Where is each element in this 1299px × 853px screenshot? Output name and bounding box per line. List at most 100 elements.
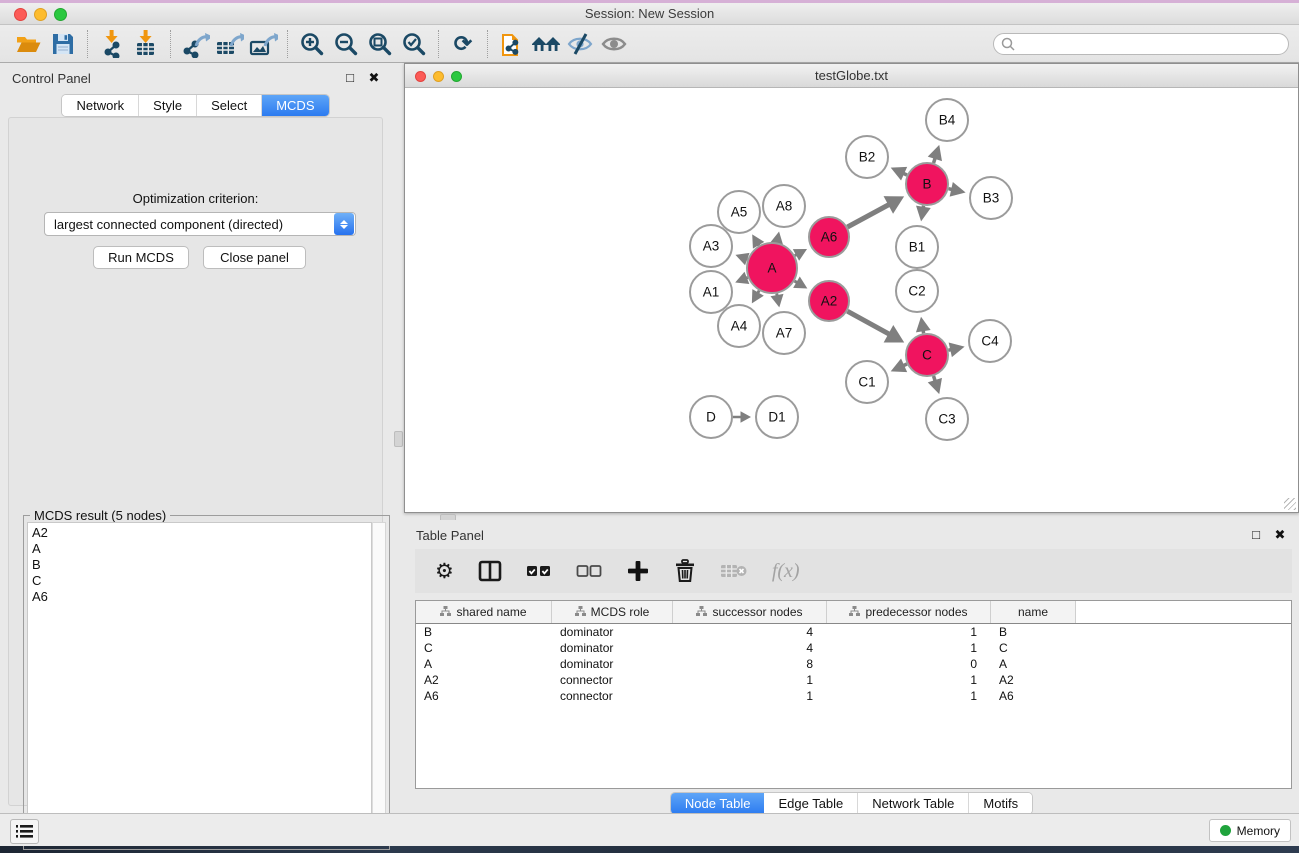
network-canvas[interactable]: AA1A2A3A4A5A6A7A8BB1B2B3B4CC1C2C3C4DD1 (405, 88, 1298, 512)
dropdown-stepper-icon (334, 213, 354, 235)
graph-node-label: B2 (859, 150, 876, 165)
toolbar-separator (87, 30, 88, 58)
table-header-row: shared nameMCDS rolesuccessor nodesprede… (416, 601, 1291, 624)
refresh-icon[interactable]: ⟳ (446, 28, 480, 60)
deselect-all-icon[interactable] (576, 557, 602, 585)
import-table-icon[interactable] (129, 28, 163, 60)
tab-node-table[interactable]: Node Table (671, 793, 765, 814)
column-header-predecessor-nodes[interactable]: predecessor nodes (827, 601, 991, 623)
search-icon (1001, 37, 1015, 51)
mcds-result-item[interactable]: C (32, 573, 367, 589)
graph-edge-arrowhead (949, 343, 965, 358)
result-list-scrollbar[interactable] (372, 522, 386, 846)
search-input[interactable] (993, 33, 1289, 55)
column-header-shared-name[interactable]: shared name (416, 601, 552, 623)
graph-node-label: C2 (908, 284, 925, 299)
table-row[interactable]: A2connector11A2 (416, 672, 1291, 688)
function-builder-icon: f(x) (772, 557, 800, 585)
float-panel-icon[interactable]: □ (343, 70, 357, 86)
table-settings-icon[interactable]: ⚙ (435, 557, 454, 585)
show-all-icon[interactable] (597, 28, 631, 60)
graph-edge-arrowhead (916, 317, 931, 333)
mcds-result-item[interactable]: B (32, 557, 367, 573)
resize-grip-icon[interactable] (1284, 498, 1296, 510)
table-cell: 1 (673, 672, 827, 688)
export-table-icon[interactable] (212, 28, 246, 60)
toolbar-separator (287, 30, 288, 58)
graph-edge[interactable] (847, 204, 890, 227)
tab-edge-table[interactable]: Edge Table (764, 793, 858, 814)
column-header-name[interactable]: name (991, 601, 1076, 623)
vertical-split-handle[interactable] (394, 431, 403, 447)
tab-mcds[interactable]: MCDS (262, 95, 328, 116)
toolbar-separator (170, 30, 171, 58)
export-image-icon[interactable] (246, 28, 280, 60)
close-panel-button[interactable]: Close panel (203, 246, 306, 269)
table-toolbar: ⚙ f(x) (415, 549, 1292, 593)
delete-table-icon (720, 557, 748, 585)
node-table[interactable]: shared nameMCDS rolesuccessor nodesprede… (415, 600, 1292, 789)
table-cell: 1 (827, 624, 991, 640)
close-table-panel-icon[interactable]: ✖ (1273, 527, 1287, 543)
graph-node-label: C4 (981, 334, 999, 349)
column-header-MCDS-role[interactable]: MCDS role (552, 601, 673, 623)
memory-button[interactable]: Memory (1209, 819, 1291, 842)
window-titlebar: Session: New Session (0, 3, 1299, 25)
float-table-panel-icon[interactable]: □ (1249, 527, 1263, 543)
split-view-icon[interactable] (478, 557, 502, 585)
table-row[interactable]: Adominator80A (416, 656, 1291, 672)
tab-network[interactable]: Network (62, 95, 139, 116)
table-cell: connector (552, 672, 673, 688)
table-cell: 4 (673, 624, 827, 640)
table-row[interactable]: Bdominator41B (416, 624, 1291, 640)
toolbar-separator (487, 30, 488, 58)
hide-selected-icon[interactable] (563, 28, 597, 60)
import-network-icon[interactable] (95, 28, 129, 60)
graph-edge[interactable] (847, 311, 890, 335)
task-history-button[interactable] (10, 819, 39, 844)
delete-column-icon[interactable] (674, 557, 696, 585)
export-network-icon[interactable] (178, 28, 212, 60)
graph-edge-arrowhead (928, 378, 942, 394)
mcds-result-item[interactable]: A6 (32, 589, 367, 605)
graph-node-label: A5 (731, 205, 748, 220)
graph-edge-arrowhead (928, 145, 942, 161)
open-session-icon[interactable] (12, 28, 46, 60)
table-cell: dominator (552, 656, 673, 672)
list-icon (16, 824, 33, 839)
add-column-icon[interactable] (626, 557, 650, 585)
home-icon[interactable] (529, 28, 563, 60)
column-header-successor-nodes[interactable]: successor nodes (673, 601, 827, 623)
select-all-icon[interactable] (526, 557, 552, 585)
table-cell: 4 (673, 640, 827, 656)
network-window-title: testGlobe.txt (405, 68, 1298, 83)
tab-motifs[interactable]: Motifs (969, 793, 1032, 814)
table-row[interactable]: Cdominator41C (416, 640, 1291, 656)
tab-style[interactable]: Style (139, 95, 197, 116)
run-mcds-button[interactable]: Run MCDS (93, 246, 189, 269)
mcds-result-item[interactable]: A2 (32, 525, 367, 541)
zoom-out-icon[interactable] (329, 28, 363, 60)
graph-node-label: B1 (909, 240, 926, 255)
zoom-fit-icon[interactable] (363, 28, 397, 60)
new-network-from-selection-icon[interactable] (495, 28, 529, 60)
network-window-titlebar: testGlobe.txt (405, 64, 1298, 88)
zoom-in-icon[interactable] (295, 28, 329, 60)
graph-edge-arrowhead (916, 206, 931, 222)
graph-node-label: C (922, 348, 932, 363)
table-row[interactable]: A6connector11A6 (416, 688, 1291, 704)
close-panel-icon[interactable]: ✖ (367, 70, 381, 86)
mcds-result-list[interactable]: A2ABCA6 (27, 522, 372, 846)
tab-select[interactable]: Select (197, 95, 262, 116)
table-cell: C (991, 640, 1076, 656)
optimization-criterion-select[interactable]: largest connected component (directed) (44, 212, 356, 236)
zoom-selected-icon[interactable] (397, 28, 431, 60)
search-container (993, 33, 1289, 55)
graph-node-label: A (767, 261, 776, 276)
table-cell: 1 (673, 688, 827, 704)
table-cell: A6 (991, 688, 1076, 704)
memory-status-icon (1220, 825, 1231, 836)
save-session-icon[interactable] (46, 28, 80, 60)
tab-network-table[interactable]: Network Table (858, 793, 969, 814)
mcds-result-item[interactable]: A (32, 541, 367, 557)
